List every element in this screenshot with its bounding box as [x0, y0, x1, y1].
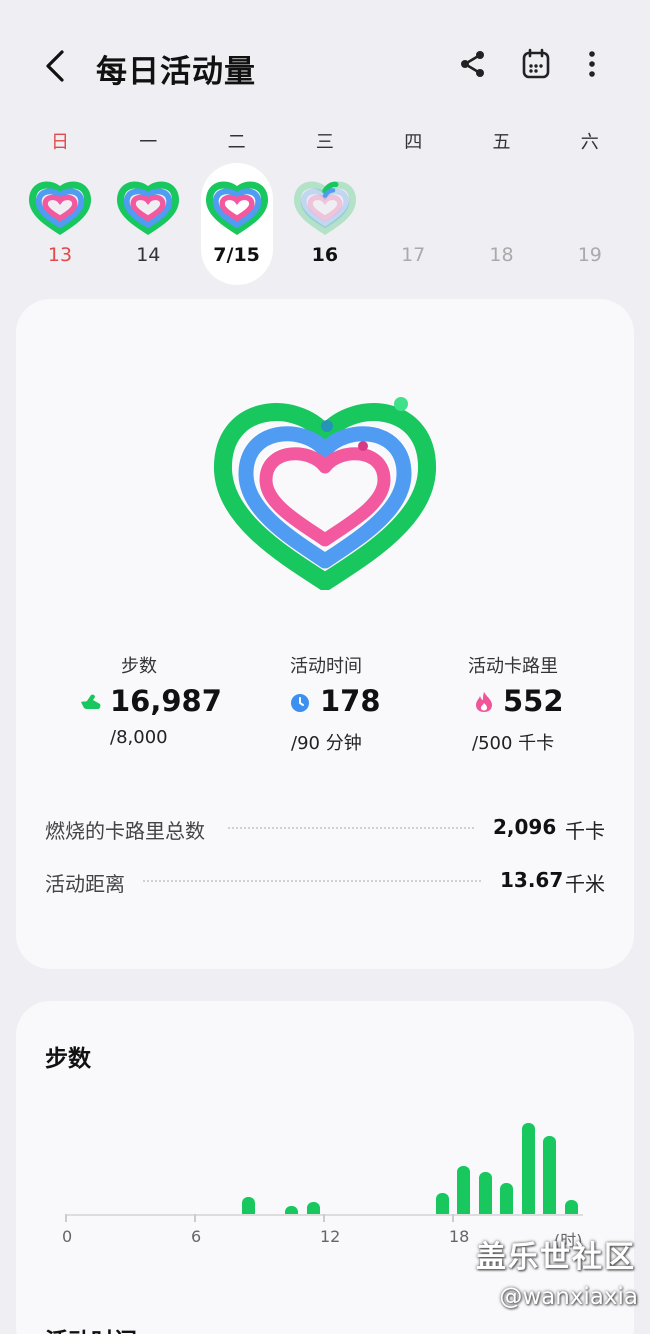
x-axis-tick-label: 0 [62, 1227, 73, 1246]
x-axis-tick-label: 12 [320, 1227, 341, 1246]
watermark-community: 盖乐世社区 [476, 1240, 636, 1275]
steps-bar[interactable] [435, 1192, 449, 1214]
flame-icon [475, 691, 493, 717]
total-calories-value: 2,096 [493, 815, 557, 839]
weekday-label: 一 [139, 132, 158, 153]
day-number[interactable]: 17 [383, 244, 443, 266]
calories-label: 活动卡路里 [468, 656, 558, 677]
x-axis-tick [65, 1214, 67, 1222]
steps-value: 16,987 [110, 684, 222, 718]
active-time-label: 活动时间 [290, 656, 362, 677]
shoe-icon [80, 692, 102, 716]
distance-value: 13.67 [500, 868, 564, 892]
selected-day-number[interactable]: 7/15 [207, 244, 267, 266]
day-number[interactable]: 14 [118, 244, 178, 266]
weekday-label: 五 [492, 132, 511, 153]
total-calories-label: 燃烧的卡路里总数 [45, 819, 205, 843]
steps-bar[interactable] [521, 1122, 535, 1214]
steps-bar[interactable] [543, 1136, 556, 1214]
more-vertical-icon [589, 51, 595, 77]
day-heart-rings-icon[interactable] [293, 176, 356, 236]
page-title: 每日活动量 [96, 54, 256, 90]
day-number[interactable]: 19 [560, 244, 620, 266]
steps-bar[interactable] [564, 1199, 578, 1214]
x-axis-tick [452, 1214, 454, 1222]
x-axis-tick [194, 1214, 196, 1222]
calendar-button[interactable] [516, 44, 556, 84]
weekday-label: 二 [227, 132, 246, 153]
dotted-leader [143, 880, 481, 882]
weekday-label: 日 [51, 132, 69, 153]
share-button[interactable] [453, 44, 493, 84]
total-calories-unit: 千卡 [565, 819, 605, 843]
steps-label: 步数 [121, 656, 157, 677]
day-number[interactable]: 13 [30, 244, 90, 266]
distance-label: 活动距离 [45, 872, 125, 896]
x-axis-tick-label: 6 [191, 1227, 202, 1246]
weekday-label: 四 [404, 132, 423, 153]
day-heart-rings-icon[interactable] [205, 176, 268, 236]
steps-bar[interactable] [457, 1166, 470, 1214]
active-time-value: 178 [320, 684, 381, 718]
x-axis-tick [323, 1214, 325, 1222]
steps-bar[interactable] [500, 1183, 513, 1214]
steps-bar[interactable] [285, 1206, 298, 1214]
x-axis-tick-label: 18 [449, 1227, 470, 1246]
share-icon [461, 51, 484, 77]
weekday-label: 三 [315, 132, 334, 153]
watermark-user: @wanxiaxia [499, 1284, 638, 1310]
steps-chart-title: 步数 [45, 1046, 91, 1072]
steps-bar[interactable] [306, 1202, 320, 1214]
steps-bar[interactable] [478, 1171, 492, 1214]
chevron-left-icon [46, 50, 64, 82]
dotted-leader [228, 827, 474, 829]
calories-value: 552 [503, 684, 564, 718]
more-options-button[interactable] [572, 44, 612, 84]
steps-goal: /8,000 [110, 727, 168, 748]
day-heart-rings-icon[interactable] [29, 176, 91, 236]
calories-goal: /500 千卡 [472, 733, 555, 754]
active-time-goal: /90 分钟 [291, 733, 362, 754]
back-button[interactable] [36, 44, 76, 88]
weekday-label: 六 [580, 132, 599, 153]
distance-unit: 千米 [565, 872, 605, 896]
day-number[interactable]: 16 [295, 244, 355, 266]
day-number[interactable]: 18 [472, 244, 532, 266]
activity-heart-rings [213, 397, 437, 590]
day-heart-rings-icon[interactable] [117, 176, 180, 236]
calendar-icon [522, 48, 550, 79]
steps-bar[interactable] [242, 1196, 255, 1214]
clock-icon [291, 694, 309, 716]
active-time-section-title: 活动时间 [45, 1322, 137, 1334]
